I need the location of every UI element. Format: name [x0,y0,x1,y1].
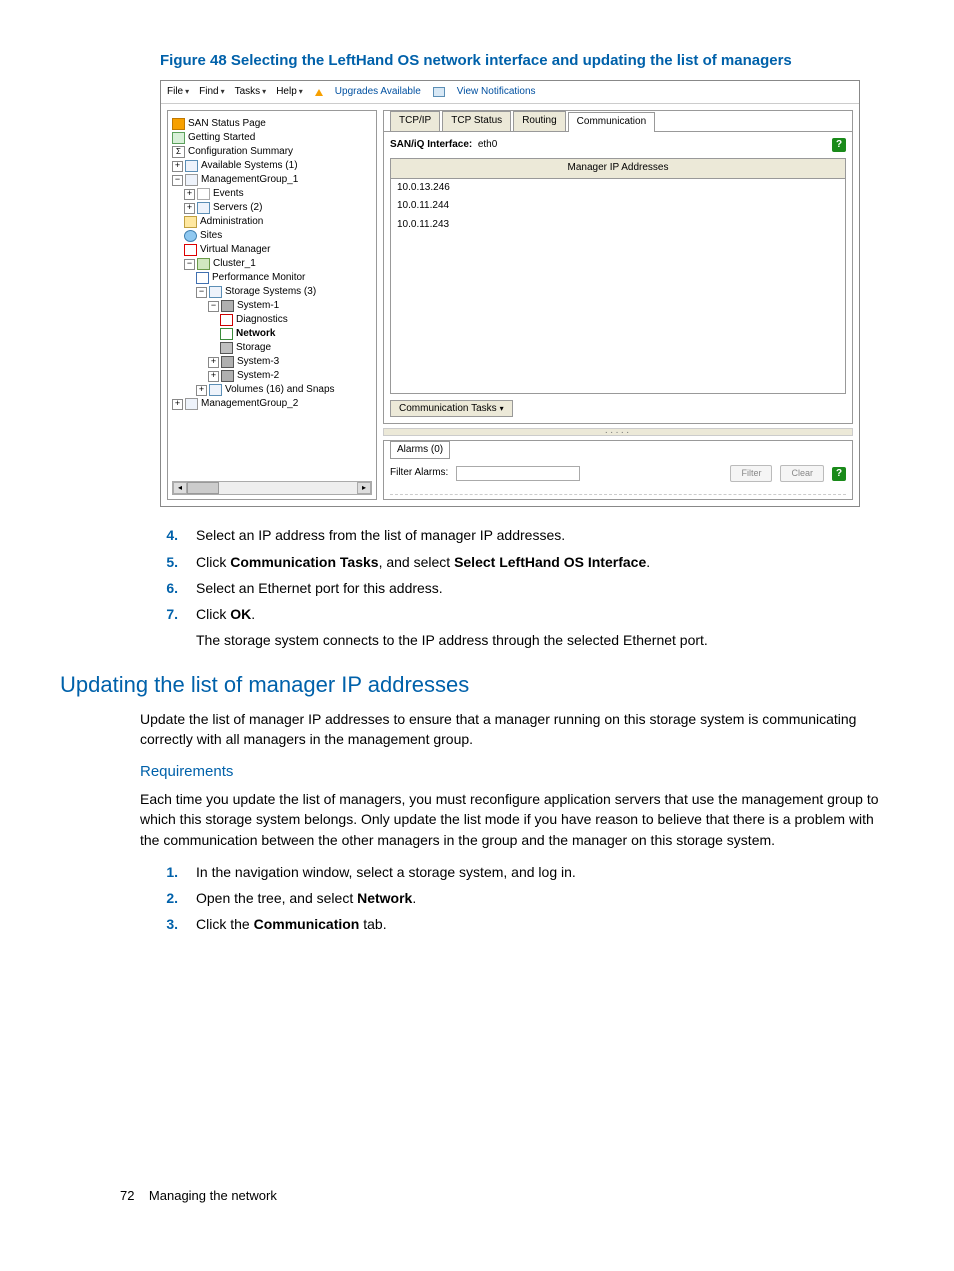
expand-icon[interactable]: + [184,203,195,214]
filter-button[interactable]: Filter [730,465,772,482]
system-icon [221,300,234,312]
menu-find[interactable]: Find▾ [199,85,224,100]
step-number: 7. [160,604,178,624]
alarms-tab[interactable]: Alarms (0) [390,441,450,460]
system-icon [221,356,234,368]
ip-table[interactable]: Manager IP Addresses 10.0.13.246 10.0.11… [390,158,846,393]
main-panel: TCP/IP TCP Status Routing Communication … [383,110,853,423]
clear-button[interactable]: Clear [780,465,824,482]
sub-heading: Requirements [140,761,894,783]
collapse-icon[interactable]: − [208,301,219,312]
servers-icon [197,202,210,214]
tab-routing[interactable]: Routing [513,111,565,131]
notification-icon [433,87,445,97]
collapse-icon[interactable]: − [184,259,195,270]
menu-bar: File▾ Find▾ Tasks▾ Help▾ Upgrades Availa… [161,81,859,105]
step-number: 5. [160,552,178,572]
perf-icon [196,272,209,284]
step-number: 1. [160,862,178,882]
system-icon [221,370,234,382]
step-followup: The storage system connects to the IP ad… [196,630,894,650]
storage-icon [220,342,233,354]
admin-icon [184,216,197,228]
communication-tasks-button[interactable]: Communication Tasks▾ [390,400,513,417]
table-row[interactable]: 10.0.11.244 [391,197,845,216]
box-icon [209,286,222,298]
upgrade-icon [315,89,323,96]
vm-icon [184,244,197,256]
page-footer: 72 Managing the network [120,1187,277,1206]
filter-alarms-input[interactable] [456,466,580,481]
figure-caption: Figure 48 Selecting the LeftHand OS netw… [60,50,894,72]
expand-icon[interactable]: + [196,385,207,396]
ordered-steps-2: 1. In the navigation window, select a sto… [160,862,894,935]
tab-tcpip[interactable]: TCP/IP [390,111,440,131]
expand-icon[interactable]: + [184,189,195,200]
app-screenshot: File▾ Find▾ Tasks▾ Help▾ Upgrades Availa… [160,80,860,508]
menu-help[interactable]: Help▾ [276,85,303,100]
ip-table-header: Manager IP Addresses [391,159,845,179]
interface-value: eth0 [478,139,497,150]
horizontal-scrollbar[interactable]: ◂ ▸ [172,481,372,495]
scroll-thumb[interactable] [187,482,219,494]
ordered-steps-1: 4. Select an IP address from the list of … [160,525,894,650]
sites-icon [184,230,197,242]
footer-title: Managing the network [149,1188,277,1203]
step-text: Open the tree, and select Network. [196,888,894,908]
expand-icon[interactable]: + [208,371,219,382]
home-icon [172,118,185,130]
network-icon [220,328,233,340]
step-number: 4. [160,525,178,545]
step-text: Click Communication Tasks, and select Se… [196,552,894,572]
step-text: Click the Communication tab. [196,914,894,934]
collapse-icon[interactable]: − [172,175,183,186]
box-icon [185,160,198,172]
upgrades-link[interactable]: Upgrades Available [335,85,421,100]
expand-icon[interactable]: + [172,399,183,410]
paragraph: Each time you update the list of manager… [140,789,894,850]
scroll-left-icon[interactable]: ◂ [173,482,187,494]
help-icon[interactable]: ? [832,467,846,481]
step-text: Select an IP address from the list of ma… [196,525,894,545]
navigation-tree[interactable]: SAN Status Page Getting Started ΣConfigu… [167,110,377,500]
notifications-link[interactable]: View Notifications [457,85,536,100]
events-icon [197,188,210,200]
page-number: 72 [120,1188,134,1203]
help-icon[interactable]: ? [832,138,846,152]
menu-file[interactable]: File▾ [167,85,189,100]
pane-splitter[interactable] [383,428,853,436]
interface-label: SAN/iQ Interface: [390,139,472,150]
step-text: Click OK. [196,604,894,624]
section-heading: Updating the list of manager IP addresse… [60,669,894,701]
group-icon [185,174,198,186]
alarms-panel: Alarms (0) Filter Alarms: Filter Clear ? [383,440,853,501]
expand-icon[interactable]: + [172,161,183,172]
step-number: 2. [160,888,178,908]
volumes-icon [209,384,222,396]
step-number: 6. [160,578,178,598]
doc-icon [172,132,185,144]
step-number: 3. [160,914,178,934]
group-icon [185,398,198,410]
table-row[interactable]: 10.0.11.243 [391,216,845,235]
step-text: In the navigation window, select a stora… [196,862,894,882]
menu-tasks[interactable]: Tasks▾ [235,85,267,100]
collapse-icon[interactable]: − [196,287,207,298]
tab-tcp-status[interactable]: TCP Status [442,111,511,131]
sigma-icon: Σ [172,146,185,158]
paragraph: Update the list of manager IP addresses … [140,709,894,750]
diag-icon [220,314,233,326]
scroll-right-icon[interactable]: ▸ [357,482,371,494]
table-row[interactable]: 10.0.13.246 [391,179,845,198]
cluster-icon [197,258,210,270]
tab-communication[interactable]: Communication [568,112,655,132]
filter-alarms-label: Filter Alarms: [390,466,448,481]
expand-icon[interactable]: + [208,357,219,368]
step-text: Select an Ethernet port for this address… [196,578,894,598]
